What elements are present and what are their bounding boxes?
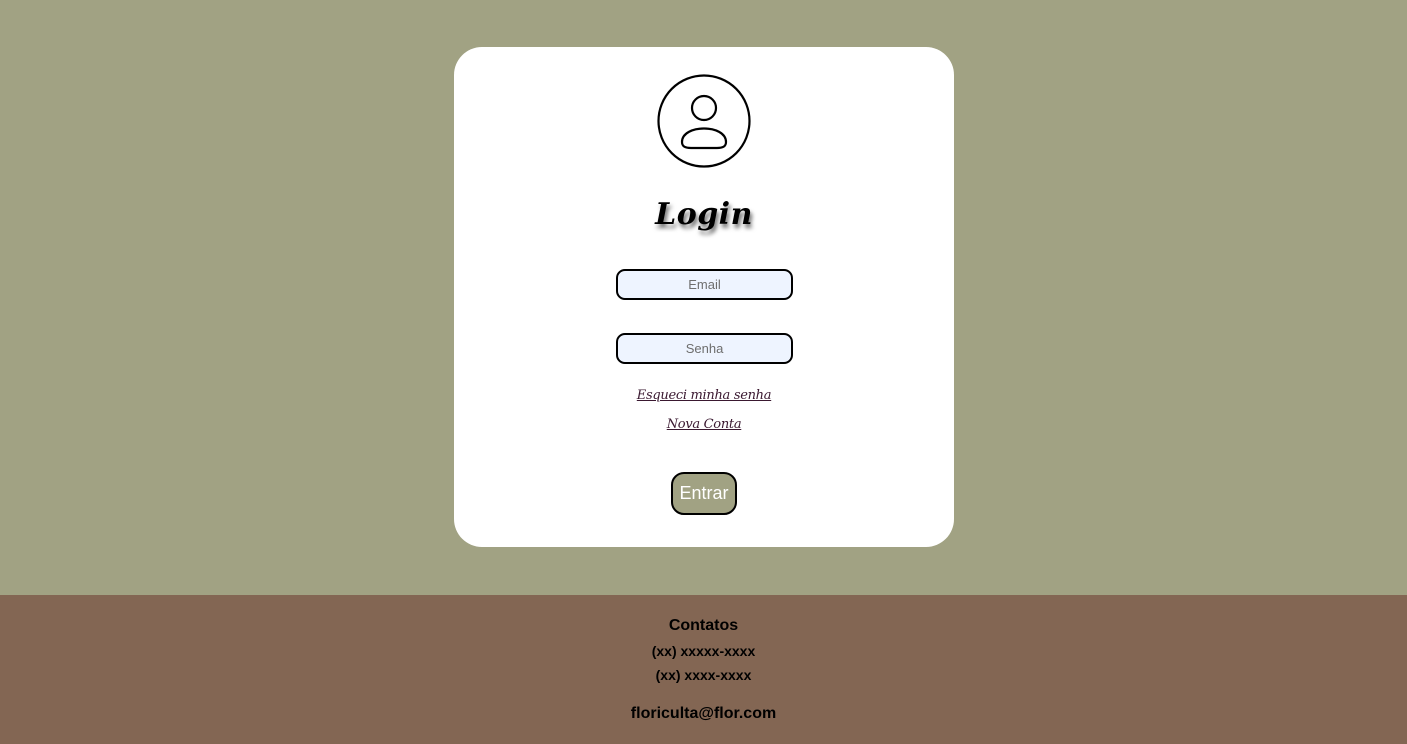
password-field[interactable] — [616, 333, 793, 364]
login-title: Login — [655, 197, 753, 232]
footer: Contatos (xx) xxxxx-xxxx (xx) xxxx-xxxx … — [0, 595, 1407, 744]
email-field[interactable] — [616, 269, 793, 300]
user-circle-icon — [657, 74, 751, 168]
new-account-link[interactable]: Nova Conta — [454, 417, 954, 432]
forgot-password-link[interactable]: Esqueci minha senha — [454, 388, 954, 403]
login-button[interactable]: Entrar — [671, 472, 737, 515]
footer-email: floricultа@flor.com — [630, 705, 777, 722]
page: Login Esqueci minha senha Nova Conta Ent… — [0, 0, 1407, 744]
footer-title: Contatos — [668, 617, 739, 634]
main-area: Login Esqueci minha senha Nova Conta Ent… — [0, 0, 1407, 595]
footer-phone-2: (xx) xxxx-xxxx — [655, 667, 752, 683]
login-card: Login Esqueci minha senha Nova Conta Ent… — [454, 47, 954, 547]
footer-phone-1: (xx) xxxxx-xxxx — [651, 643, 756, 659]
